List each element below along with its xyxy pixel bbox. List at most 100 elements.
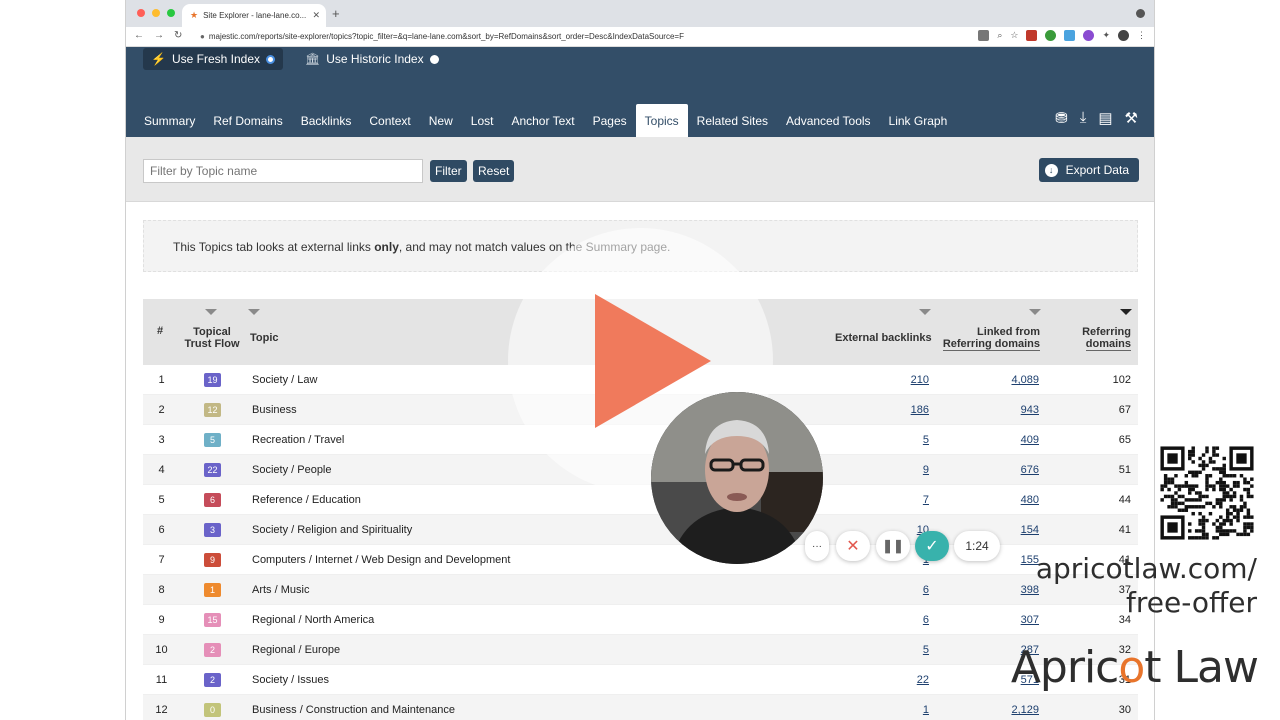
reload-icon[interactable]: ↻ bbox=[174, 30, 182, 41]
historic-index-toggle[interactable]: 🏛 Use Historic Index bbox=[297, 48, 447, 70]
linked-referring-domains-link[interactable]: 2,129 bbox=[1011, 704, 1039, 716]
filter-bar: Filter Reset ↓ Export Data bbox=[126, 137, 1154, 202]
report-icon[interactable]: ▤ bbox=[1098, 109, 1112, 127]
minimize-window-button[interactable] bbox=[152, 9, 160, 17]
export-data-button[interactable]: ↓ Export Data bbox=[1038, 158, 1139, 182]
external-backlinks-link[interactable]: 1 bbox=[923, 704, 929, 716]
tab-pages[interactable]: Pages bbox=[584, 104, 636, 137]
index-toggles: ⚡ Use Fresh Index 🏛 Use Historic Index bbox=[143, 48, 447, 70]
external-backlinks-link[interactable]: 186 bbox=[911, 404, 929, 416]
extension-green-icon[interactable] bbox=[1045, 30, 1057, 41]
bookmark-star-icon[interactable]: ☆ bbox=[1010, 30, 1018, 41]
bucket-icon[interactable]: ⛃ bbox=[1055, 109, 1068, 127]
apricot-law-logo: Apricot Law bbox=[1011, 642, 1259, 693]
tab-context[interactable]: Context bbox=[360, 104, 419, 137]
sort-referring-icon[interactable] bbox=[1120, 309, 1132, 315]
tab-title: Site Explorer - lane-lane.co... bbox=[203, 11, 307, 20]
tab-anchor-text[interactable]: Anchor Text bbox=[502, 104, 583, 137]
external-backlinks-link[interactable]: 6 bbox=[923, 614, 929, 626]
extensions-puzzle-icon[interactable]: ✦ bbox=[1102, 30, 1110, 41]
tab-strip: ★ Site Explorer - lane-lane.co... ✕ + bbox=[126, 0, 1154, 27]
linked-referring-domains-link[interactable]: 154 bbox=[1021, 524, 1039, 536]
profile-menu-icon[interactable] bbox=[1136, 9, 1145, 18]
browser-tab[interactable]: ★ Site Explorer - lane-lane.co... ✕ bbox=[182, 4, 326, 27]
maximize-window-button[interactable] bbox=[167, 9, 175, 17]
sort-linked-icon[interactable] bbox=[1029, 309, 1041, 315]
fresh-index-label: Use Fresh Index bbox=[171, 52, 260, 66]
external-backlinks-link[interactable]: 22 bbox=[917, 674, 929, 686]
linked-referring-domains-link[interactable]: 409 bbox=[1021, 434, 1039, 446]
sort-external-icon[interactable] bbox=[919, 309, 931, 315]
majestic-header: ⚡ Use Fresh Index 🏛 Use Historic Index S… bbox=[126, 47, 1154, 137]
topic-name: Arts / Music bbox=[252, 584, 310, 596]
row-number: 5 bbox=[158, 494, 165, 506]
tab-lost[interactable]: Lost bbox=[462, 104, 503, 137]
header-linked-line2: Referring domains bbox=[942, 338, 1040, 351]
tab-backlinks[interactable]: Backlinks bbox=[292, 104, 361, 137]
header-ttf[interactable]: Topical Trust Flow bbox=[181, 326, 243, 350]
external-backlinks-link[interactable]: 7 bbox=[923, 494, 929, 506]
external-backlinks-link[interactable]: 5 bbox=[923, 434, 929, 446]
row-number: 12 bbox=[155, 704, 168, 716]
header-referring[interactable]: Referring domains bbox=[1082, 326, 1131, 351]
zoom-icon[interactable]: ⌕ bbox=[997, 30, 1002, 41]
fresh-index-radio[interactable] bbox=[266, 54, 275, 64]
lightning-icon: ⚡ bbox=[151, 52, 166, 66]
header-topic[interactable]: Topic bbox=[250, 332, 279, 344]
header-num: # bbox=[157, 325, 164, 337]
external-backlinks-link[interactable]: 5 bbox=[923, 644, 929, 656]
extension-link-icon[interactable] bbox=[1064, 30, 1076, 41]
tab-summary[interactable]: Summary bbox=[135, 104, 204, 137]
recorder-cancel-icon[interactable]: ✕ bbox=[836, 531, 870, 561]
browser-menu-icon[interactable]: ⋮ bbox=[1137, 30, 1146, 41]
table-row: 8 1 Arts / Music 6 398 37 bbox=[143, 575, 1138, 605]
header-external[interactable]: External backlinks bbox=[835, 332, 932, 344]
avatar[interactable] bbox=[1118, 30, 1129, 41]
recorder-more-button[interactable]: ··· bbox=[805, 531, 829, 561]
back-icon[interactable]: ← bbox=[134, 30, 144, 41]
topic-filter-input[interactable] bbox=[143, 159, 423, 183]
tab-link-graph[interactable]: Link Graph bbox=[880, 104, 957, 137]
tab-related-sites[interactable]: Related Sites bbox=[688, 104, 777, 137]
tab-topics[interactable]: Topics bbox=[635, 104, 688, 137]
extension-red-icon[interactable] bbox=[1026, 30, 1038, 41]
tab-close-icon[interactable]: ✕ bbox=[312, 10, 320, 21]
tab-advanced-tools[interactable]: Advanced Tools bbox=[777, 104, 880, 137]
tools-icon[interactable]: ⚒ bbox=[1125, 109, 1138, 127]
url-field[interactable]: ● majestic.com/reports/site-explorer/topi… bbox=[200, 32, 684, 41]
filter-button[interactable]: Filter bbox=[430, 160, 467, 182]
external-backlinks-link[interactable]: 6 bbox=[923, 584, 929, 596]
forward-icon[interactable]: → bbox=[154, 30, 164, 41]
referring-domains-value: 67 bbox=[1118, 404, 1131, 416]
reset-button[interactable]: Reset bbox=[473, 160, 515, 182]
header-ttf-line1: Topical bbox=[193, 326, 231, 338]
tab-new[interactable]: New bbox=[420, 104, 462, 137]
cast-icon[interactable] bbox=[978, 30, 990, 41]
lock-icon: ● bbox=[200, 32, 205, 41]
recorder-done-icon[interactable]: ✓ bbox=[915, 531, 949, 561]
sort-topic-icon[interactable] bbox=[248, 309, 260, 315]
majestic-favicon-icon: ★ bbox=[190, 10, 199, 20]
linked-referring-domains-link[interactable]: 480 bbox=[1021, 494, 1039, 506]
new-tab-icon[interactable]: + bbox=[332, 6, 340, 21]
fresh-index-toggle[interactable]: ⚡ Use Fresh Index bbox=[143, 48, 283, 70]
external-backlinks-link[interactable]: 210 bbox=[911, 374, 929, 386]
linked-referring-domains-link[interactable]: 943 bbox=[1021, 404, 1039, 416]
topical-trust-flow-badge: 2 bbox=[204, 673, 221, 687]
topic-name: Computers / Internet / Web Design and De… bbox=[252, 554, 511, 566]
screen: ★ Site Explorer - lane-lane.co... ✕ + ← … bbox=[0, 0, 1280, 720]
row-number: 4 bbox=[158, 464, 165, 476]
external-backlinks-link[interactable]: 9 bbox=[923, 464, 929, 476]
historic-index-radio[interactable] bbox=[429, 54, 439, 64]
header-referring-line1: Referring bbox=[1082, 326, 1131, 338]
recorder-pause-icon[interactable]: ❚❚ bbox=[876, 531, 910, 561]
download-icon[interactable]: ⤓ bbox=[1080, 109, 1087, 127]
linked-referring-domains-link[interactable]: 676 bbox=[1021, 464, 1039, 476]
extension-purple-icon[interactable] bbox=[1083, 30, 1095, 41]
close-window-button[interactable] bbox=[137, 9, 145, 17]
topical-trust-flow-badge: 9 bbox=[204, 553, 221, 567]
header-linked[interactable]: Linked from Referring domains bbox=[942, 326, 1040, 351]
linked-referring-domains-link[interactable]: 4,089 bbox=[1011, 374, 1039, 386]
tab-ref-domains[interactable]: Ref Domains bbox=[204, 104, 291, 137]
sort-ttf-icon[interactable] bbox=[205, 309, 217, 315]
